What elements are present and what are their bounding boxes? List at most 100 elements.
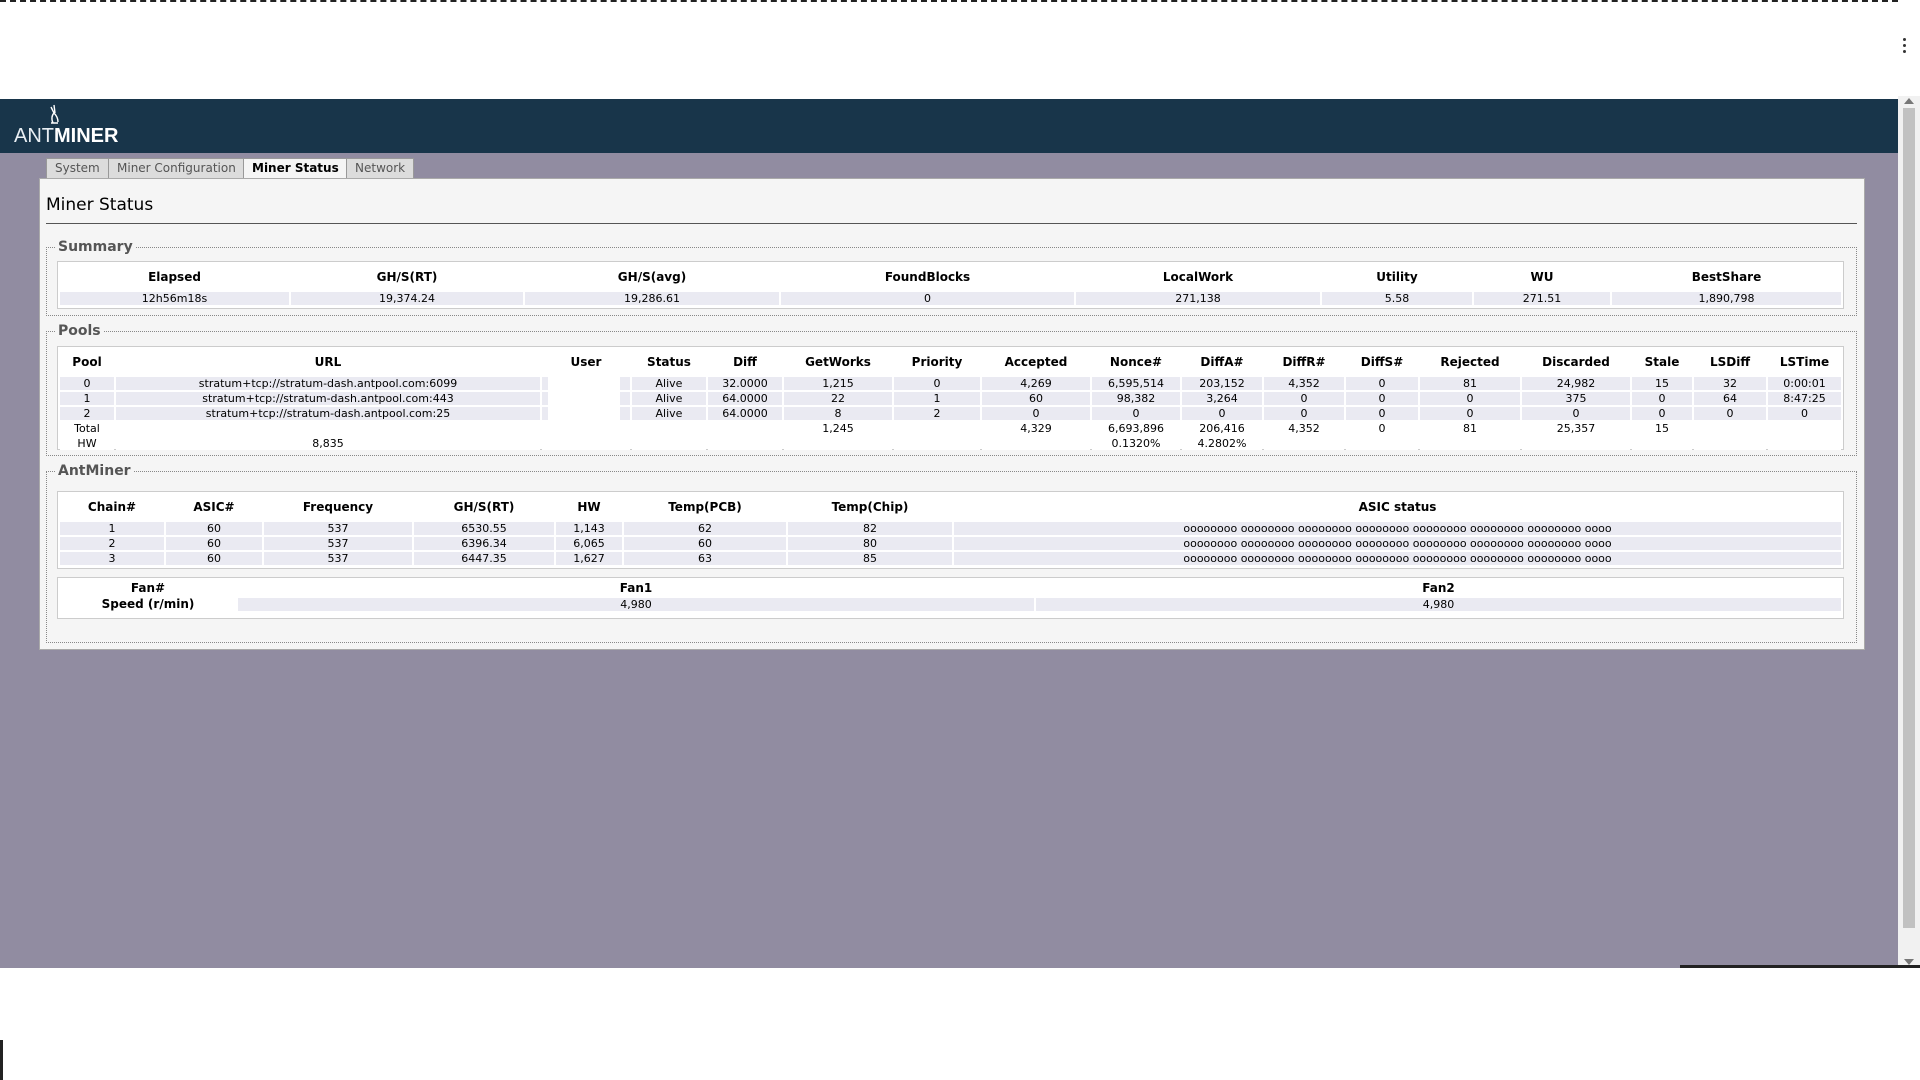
pool-cell: 8,835: [116, 437, 540, 450]
tab-miner-status[interactable]: Miner Status: [243, 158, 348, 179]
pools-header-row: Pool URL User Status Diff GetWorks Priority Acc…: [60, 349, 1841, 375]
browser-top-border: [0, 0, 1898, 2]
pool-cell: 2: [894, 407, 980, 420]
browser-bottom-mark: [0, 1040, 3, 1080]
chain-cell: 537: [264, 522, 412, 535]
chain-cell: 1,143: [556, 522, 622, 535]
pool-cell: Alive: [632, 392, 706, 405]
pool-cell: 98,382: [1092, 392, 1180, 405]
summary-header: WU: [1530, 270, 1554, 284]
pool-cell: [894, 422, 980, 435]
chain-row: 2 60 537 6396.34 6,065 60 80 oooooooo oooooooo …: [60, 537, 1841, 550]
pools-header: DiffR#: [1282, 355, 1326, 369]
chain-cell: 537: [264, 537, 412, 550]
pools-header: Status: [647, 355, 691, 369]
chain-cell: 537: [264, 552, 412, 565]
pool-cell: 0: [1420, 392, 1520, 405]
pool-cell: [1346, 437, 1418, 450]
top-header: ANTMINER: [0, 99, 1898, 153]
fans-header: Fan2: [1422, 581, 1455, 595]
chains-header: HW: [577, 500, 601, 514]
pool-cell: [1694, 422, 1766, 435]
pool-cell: [708, 437, 782, 450]
summary-utility: 5.58: [1322, 292, 1472, 305]
pools-header: DiffS#: [1360, 355, 1404, 369]
pool-cell: 4,352: [1264, 422, 1344, 435]
pools-header: Pool: [72, 355, 102, 369]
browser-menu-icon[interactable]: [1902, 38, 1908, 56]
summary-header: FoundBlocks: [884, 270, 971, 284]
tab-miner-configuration[interactable]: Miner Configuration: [108, 158, 245, 178]
pools-header: User: [570, 355, 602, 369]
pools-header: Discarded: [1542, 355, 1610, 369]
pool-cell: 0: [1632, 407, 1692, 420]
summary-value-row: 12h56m18s 19,374.24 19,286.61 0 271,138 …: [60, 292, 1841, 305]
pool-cell: [632, 422, 706, 435]
chain-cell: 60: [166, 552, 262, 565]
pool-cell: 0: [1632, 392, 1692, 405]
pool-cell: 0: [1346, 422, 1418, 435]
pool-cell: 25,357: [1522, 422, 1630, 435]
pool-cell: 64.0000: [708, 392, 782, 405]
pools-table-box: Pool URL User Status Diff GetWorks Priority Acc…: [57, 346, 1844, 450]
pool-cell: 206,416: [1182, 422, 1262, 435]
summary-header: Elapsed: [148, 270, 201, 284]
pool-cell: [1694, 437, 1766, 450]
pool-cell: [982, 437, 1090, 450]
pools-header: Accepted: [1004, 355, 1068, 369]
asic-status-cell: oooooooo oooooooo oooooooo oooooooo oooo…: [954, 522, 1841, 535]
summary-legend: Summary: [58, 239, 133, 255]
pool-cell: 0: [1420, 407, 1520, 420]
pool-cell: [1522, 437, 1630, 450]
fan1-speed: 4,980: [238, 598, 1034, 611]
chain-cell: 1: [60, 522, 164, 535]
pool-cell: 3,264: [1182, 392, 1262, 405]
pools-header: Stale: [1644, 355, 1680, 369]
pool-cell: Total: [60, 422, 114, 435]
chains-header: ASIC#: [193, 500, 235, 514]
pool-cell: 0: [1768, 407, 1841, 420]
summary-ghs-avg: 19,286.61: [525, 292, 779, 305]
page-title: Miner Status: [46, 195, 154, 215]
pool-cell: 32.0000: [708, 377, 782, 390]
browser-bottom-area: [4, 968, 1920, 1080]
pool-cell: 22: [784, 392, 892, 405]
tab-system[interactable]: System: [46, 158, 109, 178]
pools-header: Nonce#: [1109, 355, 1163, 369]
scroll-up-icon[interactable]: [1904, 98, 1914, 104]
chains-header-row: Chain# ASIC# Frequency GH/S(RT) HW Temp(PCB) T…: [60, 494, 1841, 520]
pool-cell: 0: [1694, 407, 1766, 420]
pool-cell: [542, 422, 630, 435]
pool-cell: 0: [1092, 407, 1180, 420]
chains-header: GH/S(RT): [453, 500, 515, 514]
tab-network[interactable]: Network: [346, 158, 415, 178]
pool-cell: [708, 422, 782, 435]
pool-cell: 2: [60, 407, 114, 420]
pool-cell: 4.2802%: [1182, 437, 1262, 450]
page-scrollbar[interactable]: [1898, 96, 1920, 968]
pool-cell: 0: [1522, 407, 1630, 420]
pools-header: GetWorks: [805, 355, 871, 369]
chain-cell: 80: [788, 537, 952, 550]
pool-cell: 0:00:01: [1768, 377, 1841, 390]
chains-header: Chain#: [87, 500, 137, 514]
chain-cell: 6447.35: [414, 552, 554, 565]
browser-bottom-line: [1680, 965, 1920, 968]
pool-cell: 15: [1632, 377, 1692, 390]
chain-cell: 1,627: [556, 552, 622, 565]
chains-header: Frequency: [302, 500, 374, 514]
pool-cell: 64.0000: [708, 407, 782, 420]
summary-ghs-rt: 19,374.24: [291, 292, 523, 305]
fan-speed-label: Speed (r/min): [101, 598, 195, 611]
pool-cell: HW: [60, 437, 114, 450]
chain-cell: 6396.34: [414, 537, 554, 550]
ant-logo-icon: [50, 104, 59, 124]
pool-cell: 4,329: [982, 422, 1090, 435]
pools-header: LSDiff: [1709, 355, 1751, 369]
pool-cell: [1420, 437, 1520, 450]
scrollbar-thumb[interactable]: [1903, 108, 1915, 928]
chains-table-box: Chain# ASIC# Frequency GH/S(RT) HW Temp(PCB) T…: [57, 491, 1844, 569]
summary-header: BestShare: [1691, 270, 1762, 284]
pools-header: URL: [314, 355, 342, 369]
pools-header: DiffA#: [1200, 355, 1244, 369]
